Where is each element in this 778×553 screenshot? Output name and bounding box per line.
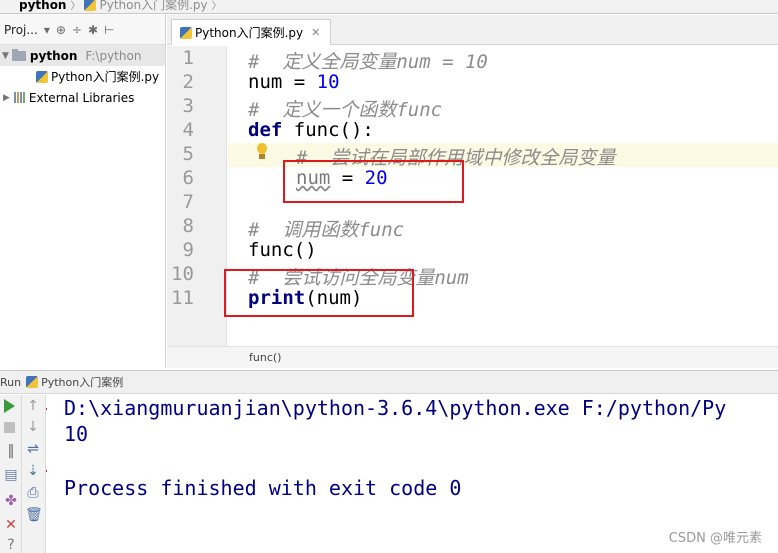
close-icon[interactable]: ✕: [311, 26, 320, 39]
breadcrumb-file[interactable]: Python入门案例.py: [84, 0, 208, 13]
tab-python-file[interactable]: Python入门案例.py ✕: [171, 19, 332, 45]
line-number: 11: [171, 287, 194, 309]
annotation-box-print-call: [224, 269, 414, 317]
python-file-icon: [180, 26, 192, 39]
line-number: 6: [182, 167, 194, 189]
code-line-3: # 定义一个函数func: [248, 99, 443, 121]
lightbulb-icon[interactable]: [256, 143, 268, 161]
tree-item-external-libraries[interactable]: ▶ External Libraries: [0, 87, 165, 108]
chevron-down-icon[interactable]: ▾: [44, 23, 50, 37]
settings-icon[interactable]: ✤: [3, 493, 19, 509]
up-arrow-icon[interactable]: ↑: [25, 398, 41, 414]
line-number: 9: [182, 239, 194, 261]
breadcrumb-separator-icon: 〉: [211, 1, 222, 12]
code-line-2: num = 10: [248, 71, 340, 93]
run-toolbar-secondary: ↑ ↓ ⇌ ⇣ ⎙ 🗑: [22, 395, 46, 553]
line-number: 7: [182, 191, 194, 213]
line-number: 2: [182, 71, 194, 93]
folder-icon: [11, 48, 26, 61]
hide-panel-icon[interactable]: ⊢: [104, 23, 114, 37]
close-icon[interactable]: ✕: [3, 517, 19, 533]
tree-item-file[interactable]: Python入门案例.py: [0, 66, 165, 87]
run-label: Run: [0, 375, 22, 389]
tab-label: Python入门案例.py: [195, 26, 304, 40]
tree-file-name: Python入门案例.py: [51, 70, 160, 84]
run-tool-window-header: Run Python入门案例: [0, 370, 778, 394]
annotation-box-local-assignment: [283, 160, 464, 203]
sync-target-icon[interactable]: ⊕: [56, 23, 66, 37]
run-config-label: Python入门案例: [41, 376, 124, 389]
python-file-icon: [36, 70, 48, 83]
tree-root-path: F:\python: [85, 48, 142, 63]
editor-gutter: 1 2 3 4 5 6 7 8 9 10 11: [167, 46, 227, 346]
chevron-down-icon[interactable]: ▼: [2, 51, 9, 61]
trash-icon[interactable]: 🗑: [25, 507, 43, 523]
line-number: 3: [182, 95, 194, 117]
line-number: 4: [182, 119, 194, 141]
tree-root-name: python: [29, 48, 78, 63]
code-line-9: func(): [248, 239, 317, 261]
editor-context-label[interactable]: func(): [249, 351, 281, 364]
console-line-command: D:\xiangmuruanjian\python-3.6.4\python.e…: [64, 396, 727, 420]
project-panel-header: Proj... ▾ ⊕ ÷ ✱ ⊢: [0, 15, 165, 45]
breadcrumb-separator-icon: 〉: [70, 1, 81, 12]
gear-icon[interactable]: ✱: [88, 23, 98, 37]
rerun-icon[interactable]: [4, 399, 15, 413]
soft-wrap-icon[interactable]: ⇌: [25, 441, 41, 457]
breadcrumb: python 〉 Python入门案例.py 〉: [0, 0, 778, 14]
run-toolbar-primary: ‖ ▤ ✤ ✕ ?: [0, 395, 22, 553]
console-line-exit: Process finished with exit code 0: [64, 476, 462, 500]
editor-breadcrumb: func(): [167, 346, 778, 368]
code-line-4: def func():: [248, 119, 374, 141]
layout-icon[interactable]: ▤: [3, 467, 19, 483]
python-file-icon: [84, 0, 97, 11]
project-view-selector[interactable]: Proj...: [4, 23, 38, 37]
line-number: 5: [182, 143, 194, 165]
stop-icon[interactable]: [4, 422, 15, 433]
scroll-to-end-icon[interactable]: ⇣: [25, 463, 41, 479]
code-line-8: # 调用函数func: [248, 219, 405, 241]
help-icon[interactable]: ?: [3, 537, 19, 553]
line-number: 10: [171, 263, 194, 285]
tree-external-libraries-label: External Libraries: [28, 90, 135, 105]
tree-item-project-root[interactable]: ▼ python F:\python: [0, 45, 165, 66]
breadcrumb-file-label: Python入门案例.py: [99, 0, 208, 12]
line-number: 1: [182, 47, 194, 69]
python-file-icon: [26, 376, 39, 388]
project-panel: Proj... ▾ ⊕ ÷ ✱ ⊢ ▼ python F:\python Pyt…: [0, 15, 166, 368]
run-config[interactable]: Python入门案例: [26, 374, 123, 390]
chevron-right-icon[interactable]: ▶: [3, 93, 10, 103]
libraries-icon: [13, 92, 25, 103]
print-icon[interactable]: ⎙: [25, 485, 41, 501]
watermark: CSDN @唯元素: [668, 531, 762, 546]
pause-icon[interactable]: ‖: [3, 443, 19, 459]
collapse-icon[interactable]: ÷: [72, 23, 82, 37]
console-line-output: 10: [64, 422, 89, 446]
code-line-1: # 定义全局变量num = 10: [248, 51, 488, 73]
line-number: 8: [182, 215, 194, 237]
down-arrow-icon[interactable]: ↓: [25, 419, 41, 435]
editor-tab-bar: Python入门案例.py ✕: [167, 15, 778, 45]
breadcrumb-project[interactable]: python: [19, 0, 66, 12]
